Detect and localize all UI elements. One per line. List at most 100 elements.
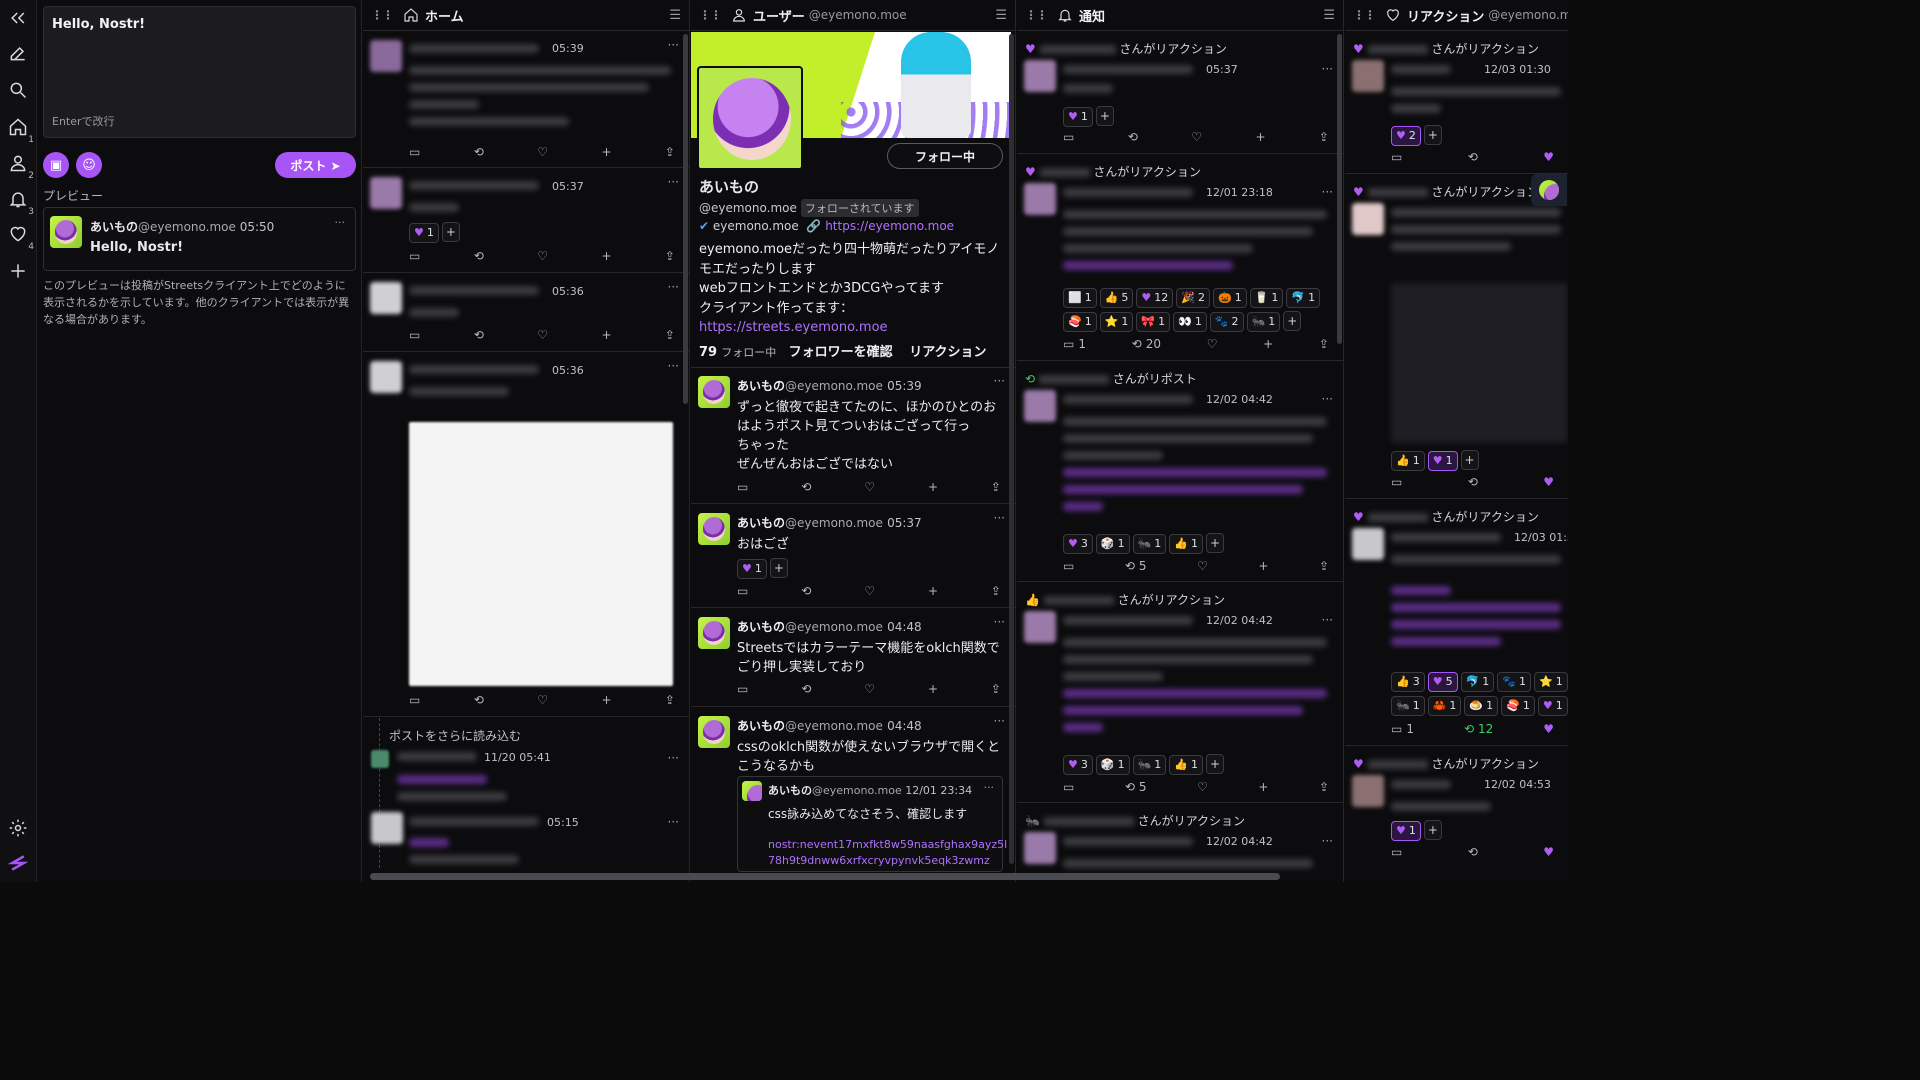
reply-icon[interactable]: ▭ [1063,780,1074,794]
react-icon[interactable]: + [601,249,611,263]
reaction-heart[interactable]: ♥ 1 [409,222,439,243]
like-icon[interactable]: ♡ [1197,780,1208,794]
reaction-pill[interactable]: 🐜 1 [1246,311,1281,332]
quote-nostr-link[interactable]: nostr:nevent17mxfkt8w59naasfghax9ayz5l 78… [768,837,1007,869]
timeline-post[interactable]: 05:37 ··· ♥ 1 + ▭ ⟲ ♡ + ⇪ [363,169,689,273]
reply-icon[interactable]: ▭ [1391,845,1402,859]
reaction-pill[interactable]: 🐜 1 [1391,695,1425,716]
heart-icon[interactable]: 4 [6,222,34,252]
like-icon[interactable]: ♡ [537,249,548,263]
repost-icon[interactable]: ⟲ [801,480,811,494]
reaction-pill[interactable]: 🍮 1 [1464,695,1499,716]
reaction-pill[interactable]: 🍣 1 [1501,695,1535,716]
reaction-heart[interactable]: ♥ 12 [1136,287,1174,308]
notification-item[interactable]: ♥ さんがリアクション 05:37 ··· ♥ 1 + ▭ ⟲ ♡ + ⇪ [1017,32,1343,154]
reaction-pill[interactable]: 🎉 2 [1176,287,1210,308]
reaction-pill[interactable]: 🎲 1 [1095,533,1130,554]
more-icon[interactable]: ··· [1322,834,1333,848]
share-icon[interactable]: ⇪ [665,145,675,159]
share-icon[interactable]: ⇪ [665,328,675,342]
notification-item[interactable]: ♥ さんがリアクション 12/03 01:5 👍 3 ♥ 5 🐬 1 🐾 1 ⭐ 1 🐜 1 🦀 1 🍮 1… [1345,500,1568,746]
more-icon[interactable]: ··· [994,374,1005,388]
drag-handle-icon[interactable]: ⋮⋮ [371,8,394,22]
column-settings-icon[interactable]: ☰ [1323,8,1335,23]
reply-icon[interactable]: ▭ [737,480,748,494]
share-icon[interactable]: ⇪ [991,480,1001,494]
add-reaction-button[interactable]: + [1423,820,1442,840]
more-icon[interactable]: ··· [668,815,679,829]
react-icon[interactable]: + [601,693,611,707]
add-reaction-button[interactable]: + [1205,533,1224,553]
like-icon[interactable]: ♡ [864,480,875,494]
reaction-pill[interactable]: 🎲 1 [1095,754,1130,775]
more-icon[interactable]: ··· [994,714,1005,728]
reaction-pill[interactable]: 🥛 1 [1249,287,1284,308]
more-icon[interactable]: ··· [1322,185,1333,199]
reaction-heart[interactable]: ♥ 1 [1391,820,1421,841]
timeline-post[interactable]: 05:36 ··· ▭ ⟲ ♡ + ⇪ [363,353,689,717]
timeline-post[interactable]: 05:36 ··· ▭ ⟲ ♡ + ⇪ [363,274,689,352]
reaction-pill[interactable]: 👍 3 [1391,671,1425,692]
post-editor-text[interactable]: Hello, Nostr! [52,17,347,32]
reaction-heart[interactable]: ♥ 3 [1063,754,1093,775]
preview-more-icon[interactable]: ··· [335,216,346,229]
repost-icon[interactable]: ⟲ [474,145,484,159]
reply-icon[interactable]: ▭ [1391,475,1402,489]
reaction-heart[interactable]: ♥ 2 [1391,125,1421,146]
notification-item[interactable]: 🐜 さんがリアクション 12/02 04:42 ··· [1017,804,1343,882]
home-icon[interactable]: 1 [6,115,34,145]
repost-icon[interactable]: ⟲ 12 [1464,722,1493,736]
load-more-posts[interactable]: ポストをさらに読み込む [389,727,521,744]
notification-item[interactable]: ♥ さんがリアクション 12/01 23:18 ··· ⬜ 1 👍 5 ♥ 12 🎉 2 🎃 1 🥛… [1017,155,1343,361]
share-icon[interactable]: ⇪ [1319,559,1329,573]
scrollbar[interactable] [1337,34,1342,344]
reaction-heart[interactable]: ♥ 1 [737,558,767,579]
follow-button[interactable]: フォロー中 [887,143,1003,169]
share-icon[interactable]: ⇪ [991,682,1001,696]
react-icon[interactable]: + [601,145,611,159]
more-icon[interactable]: ··· [1322,62,1333,76]
react-icon[interactable]: + [1258,559,1268,573]
scrollbar[interactable] [1009,34,1014,864]
more-icon[interactable]: ··· [668,359,679,373]
bio-link[interactable]: https://streets.eyemono.moe [699,318,1009,338]
reaction-heart[interactable]: ♥ 1 [1537,695,1568,716]
react-icon[interactable]: + [928,480,938,494]
more-icon[interactable]: ··· [1322,392,1333,406]
repost-icon[interactable]: ⟲ 5 [1125,780,1147,794]
reaction-pill[interactable]: 👍 1 [1391,450,1425,471]
more-icon[interactable]: ··· [668,751,679,765]
repost-icon[interactable]: ⟲ [1128,130,1138,144]
image-plus-icon[interactable]: ▣ [43,152,69,178]
more-icon[interactable]: ··· [668,175,679,189]
user-post[interactable]: あいもの@eyemono.moe 05:37 ··· おはござ ♥ 1 + ▭ ⟲ ♡ +… [691,505,1015,608]
reaction-pill[interactable]: 🐜 1 [1132,533,1167,554]
reply-icon[interactable]: ▭ [737,682,748,696]
add-reaction-button[interactable]: + [1423,125,1442,145]
website-link[interactable]: https://eyemono.moe [825,219,954,233]
gear-icon[interactable] [6,816,30,840]
repost-icon[interactable]: ⟲ [474,249,484,263]
add-reaction-button[interactable]: + [1283,311,1302,331]
add-reaction-button[interactable]: + [1205,754,1224,774]
user-post[interactable]: あいもの@eyemono.moe 04:48 ··· cssのoklch関数が使… [691,708,1015,882]
drag-handle-icon[interactable]: ⋮⋮ [1025,8,1048,22]
like-icon[interactable]: ♡ [537,328,548,342]
scrollbar[interactable] [683,34,688,404]
reaction-heart[interactable]: ♥ 1 [1063,106,1093,127]
like-icon[interactable]: ♡ [864,584,875,598]
react-icon[interactable]: + [928,682,938,696]
column-settings-icon[interactable]: ☰ [669,8,681,23]
post-image[interactable] [1391,283,1568,443]
reaction-pill[interactable]: 🐾 2 [1209,311,1244,332]
add-reaction-button[interactable]: + [1460,450,1479,470]
notification-item[interactable]: ♥ さんがリアクション 12/03 01:30 ♥ 2 + ▭ ⟲ ♥ [1345,32,1568,174]
share-icon[interactable]: ⇪ [665,249,675,263]
post-button[interactable]: ポスト ➤ [275,152,356,178]
notification-item[interactable]: ⟲ さんがリポスト 12/02 04:42 ··· ♥ 3 🎲 1 🐜 1 👍 1 + ▭ ⟲ 5… [1017,362,1343,582]
repost-icon[interactable]: ⟲ 5 [1125,559,1147,573]
reply-icon[interactable]: ▭ [409,249,420,263]
add-reaction-button[interactable]: + [441,222,460,242]
plus-icon[interactable] [6,259,30,283]
reply-icon[interactable]: ▭ [409,693,420,707]
